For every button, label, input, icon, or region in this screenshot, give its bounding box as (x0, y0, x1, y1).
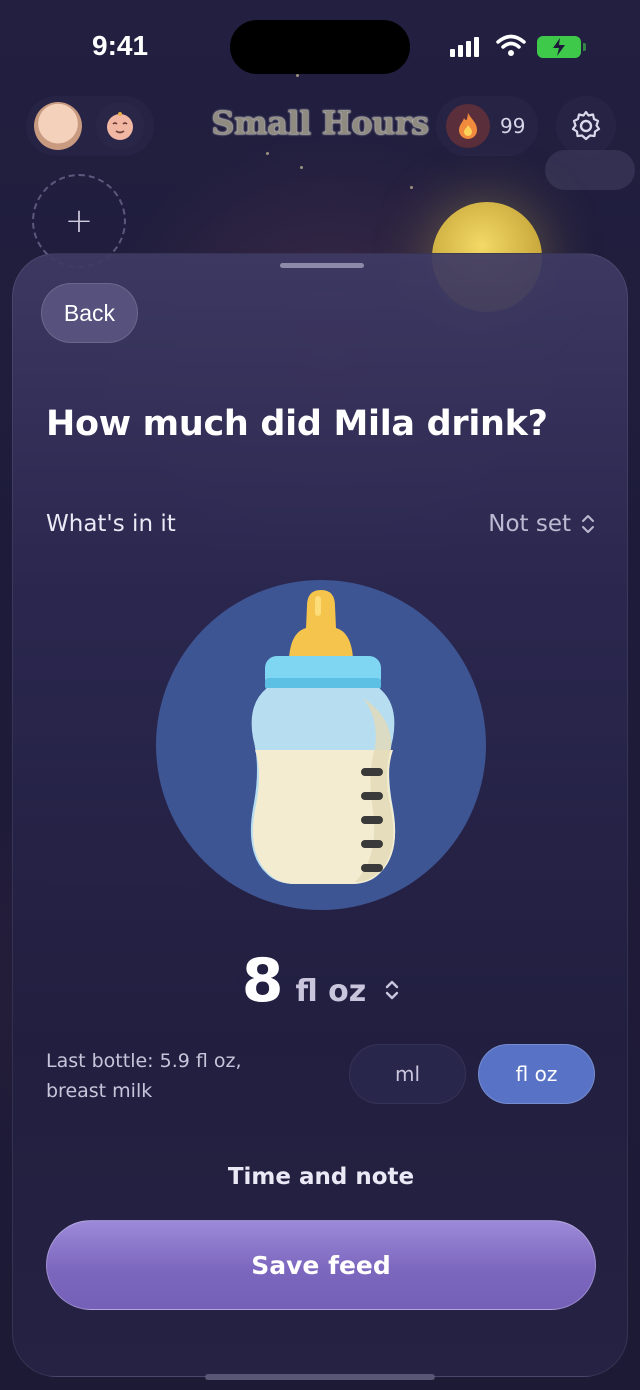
star (300, 166, 303, 169)
save-feed-button[interactable]: Save feed (46, 1220, 596, 1310)
page-title: How much did Mila drink? (46, 404, 548, 444)
last-bottle-summary: Last bottle: 5.9 fl oz, breast milk (46, 1050, 242, 1102)
dynamic-island (230, 20, 410, 74)
app-title: Small Hours (211, 104, 429, 142)
battery-icon (537, 36, 586, 58)
chevron-up-down-icon (386, 980, 399, 1000)
contents-value: Not set (488, 511, 571, 537)
home-indicator[interactable] (205, 1374, 435, 1380)
cloud-decoration (545, 150, 635, 190)
streak-badge[interactable]: 99 (436, 96, 538, 156)
sheet-grabber[interactable] (280, 263, 364, 268)
bottle-feed-sheet: Back How much did Mila drink? What's in … (12, 253, 628, 1377)
flame-icon (446, 104, 490, 148)
gear-icon (571, 110, 601, 141)
wifi-icon (496, 34, 526, 56)
amount-picker[interactable]: 8 fl oz (13, 946, 627, 1016)
cellular-signal-icon (450, 37, 479, 57)
status-bar: 9:41 (0, 0, 640, 96)
unit-ml-button[interactable]: ml (349, 1044, 466, 1104)
time-and-note-link[interactable]: Time and note (13, 1164, 627, 1190)
contents-picker[interactable]: Not set (488, 511, 595, 537)
charging-bolt-icon (553, 38, 565, 56)
amount-unit: fl oz (295, 974, 367, 1009)
status-time: 9:41 (92, 30, 149, 61)
chevron-up-down-icon (582, 515, 594, 533)
unit-floz-button[interactable]: fl oz (478, 1044, 595, 1104)
baby-bottle-icon (250, 590, 396, 884)
contents-label: What's in it (46, 511, 176, 537)
back-button[interactable]: Back (41, 283, 138, 343)
star (266, 152, 269, 155)
settings-button[interactable] (556, 96, 616, 156)
star (410, 186, 413, 189)
amount-value: 8 (241, 946, 284, 1016)
streak-count: 99 (500, 114, 526, 138)
